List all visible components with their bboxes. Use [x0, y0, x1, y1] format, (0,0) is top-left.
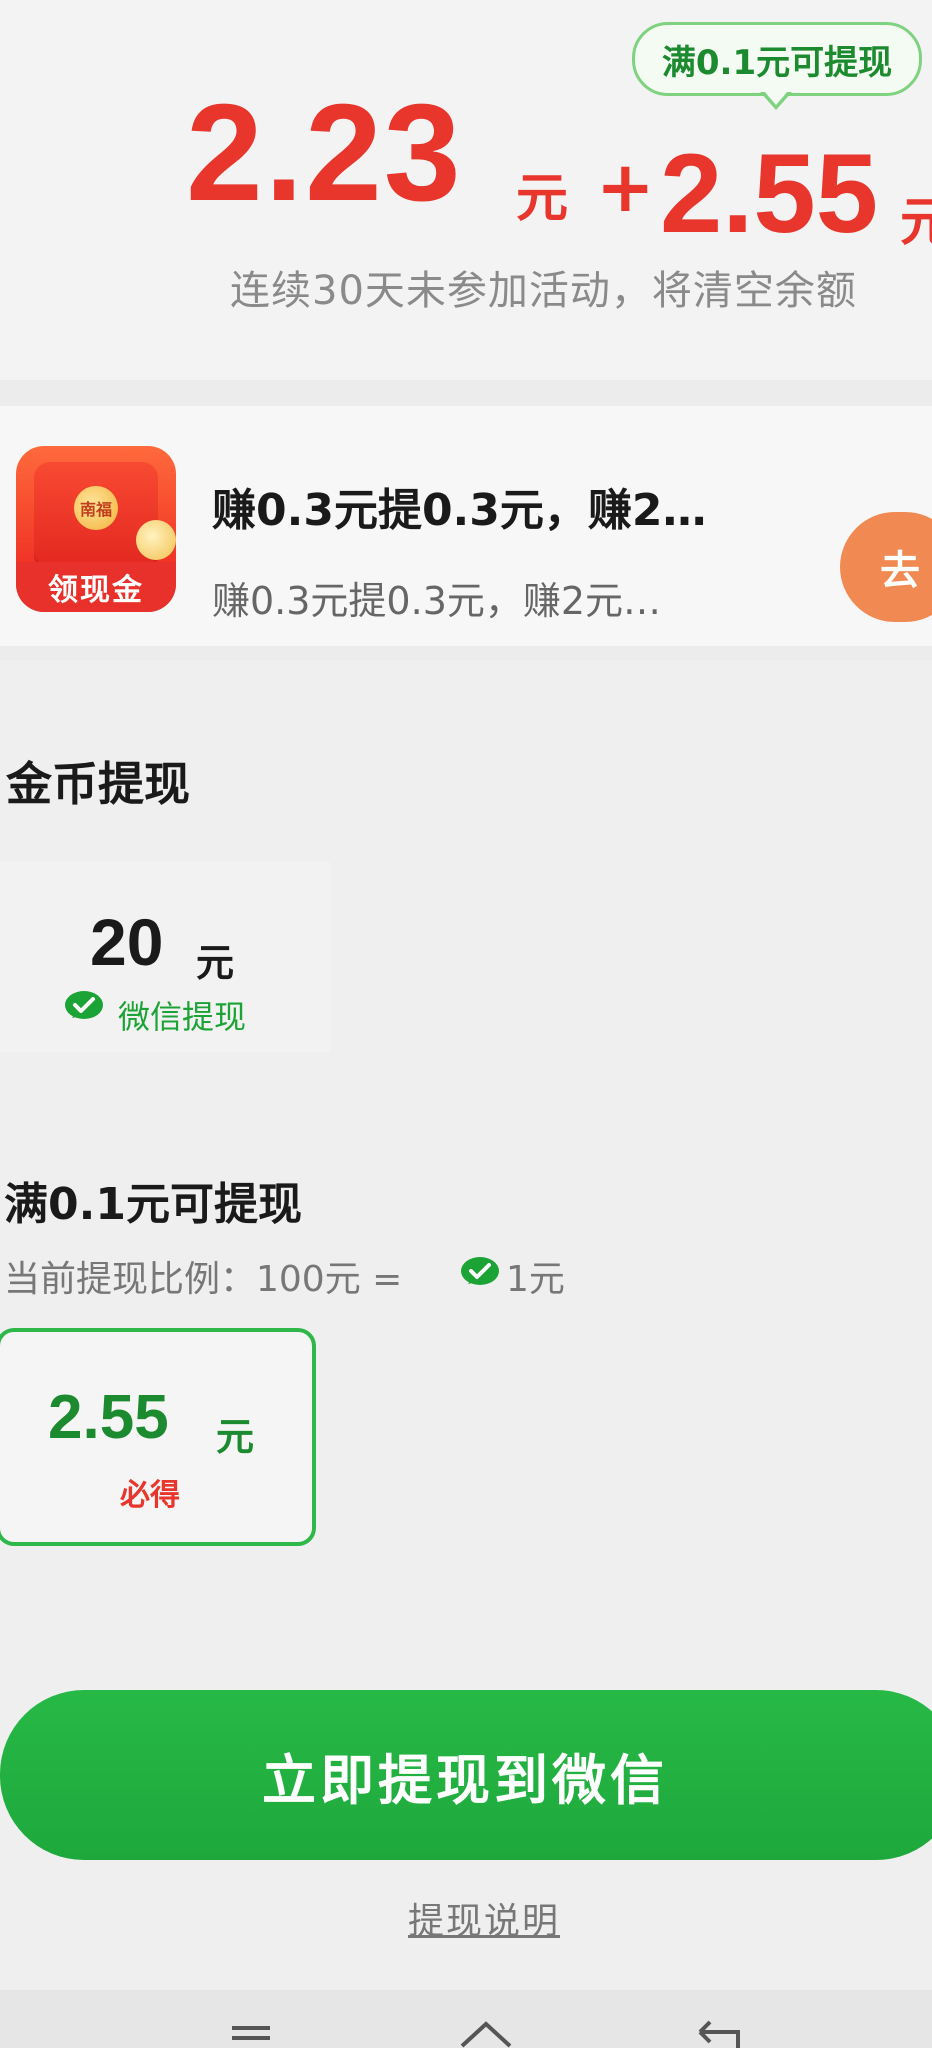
coin-icon-secondary [136, 520, 176, 560]
plus-sign: + [596, 146, 655, 228]
coin-icon: 南福 [74, 486, 118, 530]
wechat-withdraw-label: 微信提现 [118, 998, 247, 1036]
withdraw-ratio-label: 当前提现比例：100元 = [4, 1259, 403, 1300]
balance-amount-secondary: 2.55 [660, 131, 878, 256]
selected-option-unit: 元 [216, 1415, 255, 1459]
balance-amount-primary: 2.23 [186, 76, 463, 230]
wechat-icon [65, 991, 103, 1019]
option-unit: 元 [196, 941, 235, 985]
selected-option-amount: 2.55 [48, 1383, 169, 1452]
back-icon[interactable] [694, 2018, 746, 2048]
balance-unit-primary: 元 [516, 169, 569, 229]
wechat-icon [461, 1257, 499, 1285]
coin-withdraw-title: 金币提现 [6, 757, 190, 811]
ad-subtitle: 赚0.3元提0.3元，赚2元… [212, 579, 662, 623]
home-icon[interactable] [456, 2018, 516, 2048]
option-amount: 20 [90, 905, 164, 979]
inactivity-warning: 连续30天未参加活动，将清空余额 [230, 268, 857, 314]
withdraw-ratio-value: 1元 [506, 1259, 565, 1300]
withdraw-to-wechat-button[interactable]: 立即提现到微信 [0, 1690, 932, 1860]
min-withdraw-tip-bubble: 满0.1元可提现 [632, 22, 922, 96]
guaranteed-tag: 必得 [120, 1478, 180, 1513]
ad-title: 赚0.3元提0.3元，赚2… [212, 485, 707, 536]
balance-unit-secondary: 元 [900, 193, 932, 253]
min-withdraw-title: 满0.1元可提现 [4, 1179, 302, 1230]
ad-icon-label: 领现金 [16, 562, 176, 612]
withdraw-help-link[interactable]: 提现说明 [408, 1892, 560, 1944]
menu-icon[interactable] [228, 2022, 274, 2048]
tip-bubble-tail-inner [764, 91, 788, 105]
